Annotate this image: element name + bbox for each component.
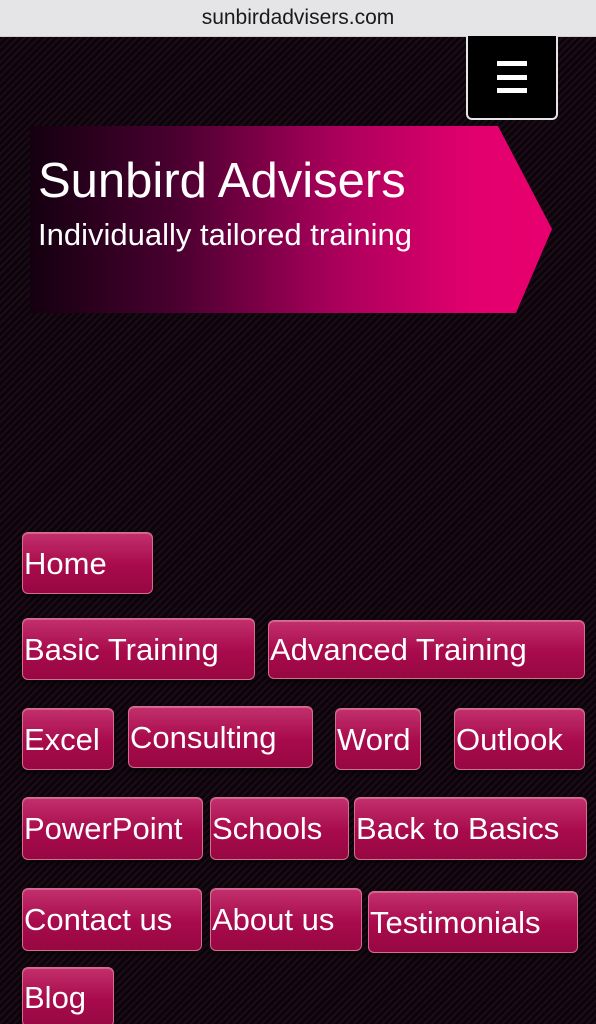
nav-excel-button[interactable]: Excel: [22, 708, 114, 770]
address-bar[interactable]: sunbirdadvisers.com: [0, 0, 596, 37]
nav-advanced-training-button[interactable]: Advanced Training: [268, 620, 585, 679]
url-text: sunbirdadvisers.com: [201, 6, 395, 29]
nav-home-button[interactable]: Home: [22, 532, 153, 594]
nav-basic-training-button[interactable]: Basic Training: [22, 618, 255, 680]
site-title: Sunbird Advisers: [38, 154, 406, 208]
nav-contact-us-button[interactable]: Contact us: [22, 888, 202, 951]
nav-back-to-basics-button[interactable]: Back to Basics: [354, 797, 587, 860]
menu-button[interactable]: [466, 36, 558, 120]
site-tagline: Individually tailored training: [38, 217, 412, 252]
nav-testimonials-button[interactable]: Testimonials: [368, 891, 578, 953]
nav-consulting-button[interactable]: Consulting: [128, 706, 313, 768]
nav-blog-button[interactable]: Blog: [22, 967, 114, 1024]
hamburger-menu-icon: [497, 61, 527, 93]
nav-schools-button[interactable]: Schools: [210, 797, 349, 860]
nav-outlook-button[interactable]: Outlook: [454, 708, 585, 770]
nav-powerpoint-button[interactable]: PowerPoint: [22, 797, 203, 860]
nav-word-button[interactable]: Word: [335, 708, 421, 770]
nav-about-us-button[interactable]: About us: [210, 888, 362, 951]
